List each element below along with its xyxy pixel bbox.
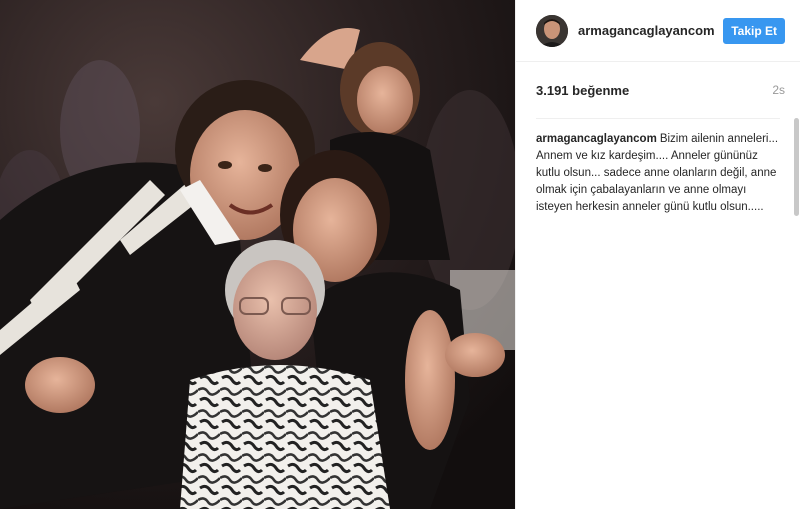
post-info-panel: armagancaglayancom Takip Et 3.191 beğenm…	[515, 0, 800, 509]
post-timestamp[interactable]: 2s	[772, 83, 785, 97]
caption-username[interactable]: armagancaglayancom	[536, 133, 657, 145]
caption-text: Bizim ailenin anneleri... Annem ve kız k…	[536, 133, 779, 213]
post-stats: 3.191 beğenme 2s	[516, 62, 800, 118]
comments-scrollbar[interactable]	[794, 118, 799, 216]
post-caption: armagancaglayancom Bizim ailenin anneleri…	[536, 118, 780, 216]
likes-count[interactable]: 3.191 beğenme	[536, 83, 629, 98]
header-username[interactable]: armagancaglayancom	[578, 23, 723, 38]
follow-button[interactable]: Takip Et	[723, 17, 785, 44]
profile-avatar-icon[interactable]	[536, 14, 568, 47]
family-photo-illustration	[0, 0, 515, 509]
instagram-post: armagancaglayancom Takip Et 3.191 beğenm…	[0, 0, 800, 509]
post-photo[interactable]	[0, 0, 515, 509]
post-header: armagancaglayancom Takip Et	[516, 0, 800, 62]
